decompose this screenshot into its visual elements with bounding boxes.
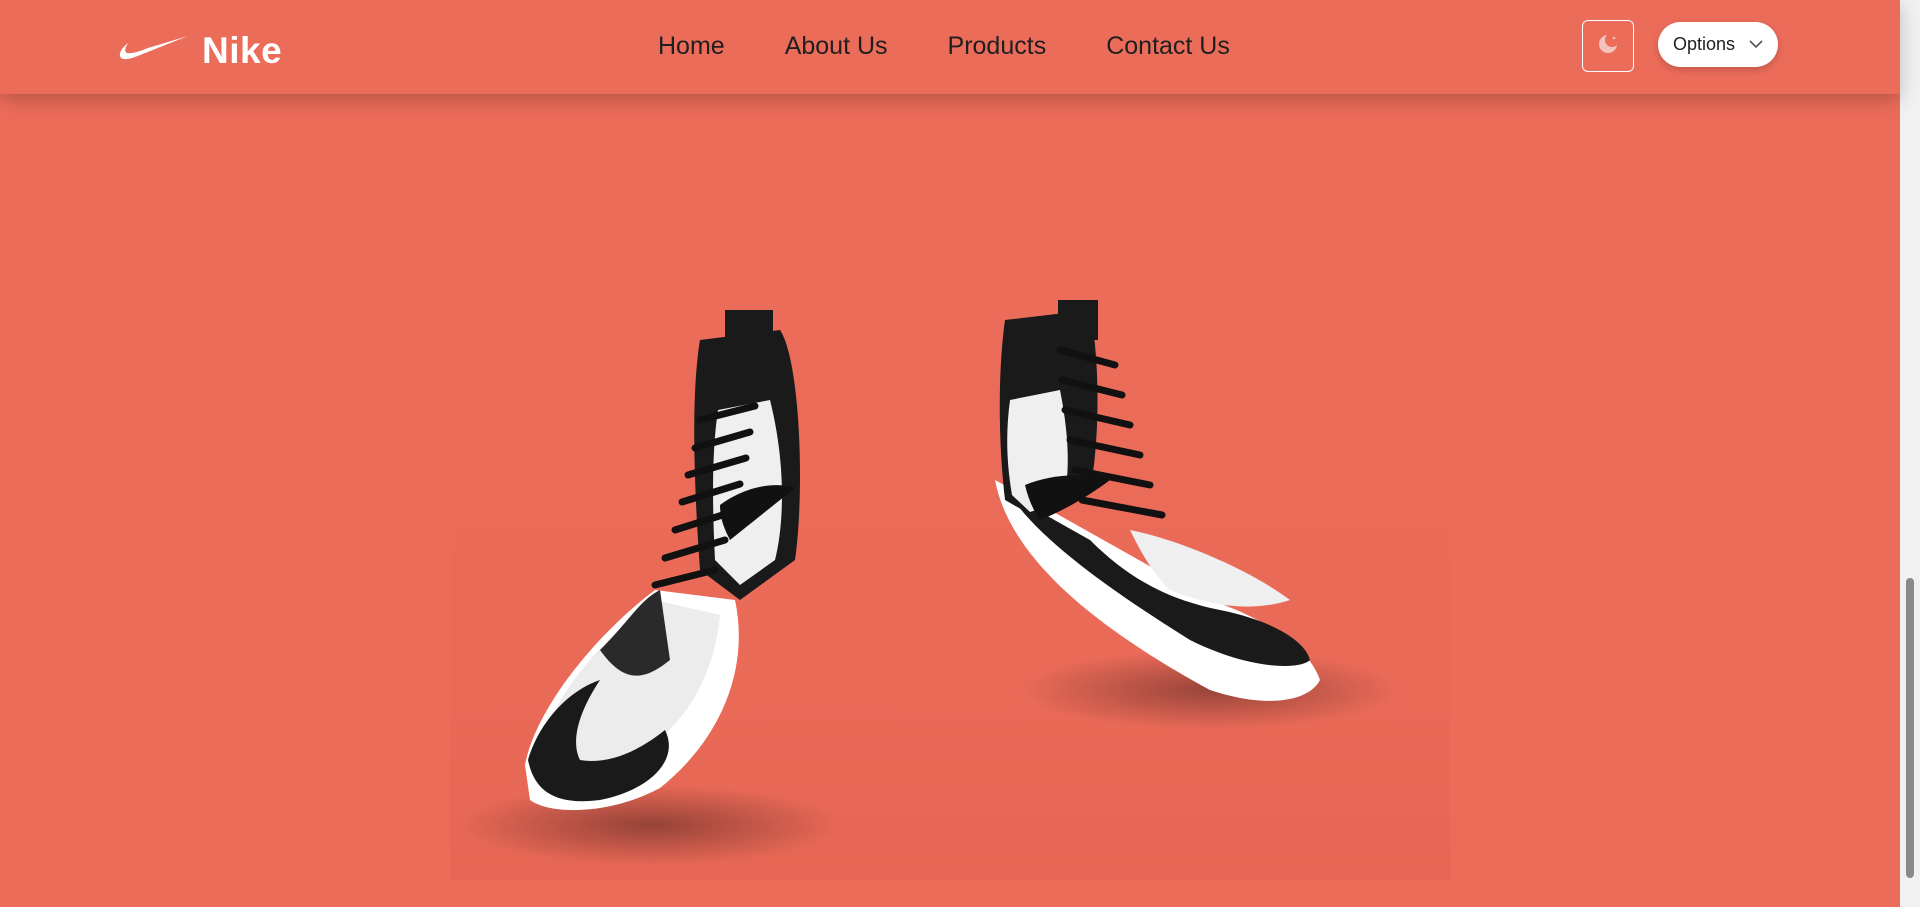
page: Nike Home About Us Products Contact Us O… <box>0 0 1920 907</box>
brand-logo[interactable]: Nike <box>118 28 282 69</box>
right-sneaker <box>995 300 1400 730</box>
brand-name: Nike <box>202 30 283 71</box>
options-dropdown[interactable]: Options <box>1658 22 1778 67</box>
swoosh-icon <box>118 34 190 64</box>
left-sneaker <box>460 310 840 865</box>
nav-products[interactable]: Products <box>948 30 1047 62</box>
options-label: Options <box>1673 34 1736 54</box>
main-nav: Home About Us Products Contact Us <box>658 30 1230 62</box>
product-showcase <box>450 240 1450 880</box>
scrollbar-thumb[interactable] <box>1906 578 1914 878</box>
vertical-scrollbar[interactable] <box>1900 0 1920 907</box>
nav-about-us[interactable]: About Us <box>785 30 888 62</box>
moon-icon <box>1597 32 1619 60</box>
nav-contact-us[interactable]: Contact Us <box>1106 30 1230 62</box>
sneakers-image <box>460 300 1400 865</box>
theme-toggle-button[interactable] <box>1582 20 1634 72</box>
navbar: Nike Home About Us Products Contact Us O… <box>0 0 1900 94</box>
chevron-down-icon <box>1749 36 1763 54</box>
nav-home[interactable]: Home <box>658 30 725 62</box>
